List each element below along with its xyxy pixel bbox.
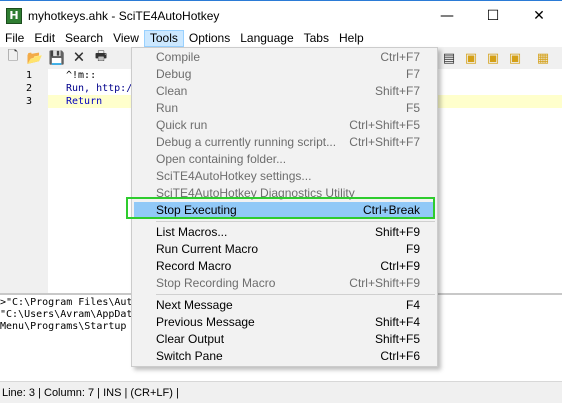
window-icon: ▤ <box>442 50 456 66</box>
menu-item-shortcut: Shift+F4 <box>374 315 420 329</box>
print-button[interactable]: 🖶 <box>92 49 110 67</box>
save-button[interactable]: 💾 <box>48 49 66 67</box>
menu-item-label: Clean <box>156 84 188 98</box>
menu-separator <box>156 221 435 222</box>
menu-bar: File Edit Search View Tools Options Lang… <box>0 30 562 47</box>
menu-item-label: Record Macro <box>156 259 232 273</box>
save-icon: 💾 <box>48 50 66 66</box>
line-number: 3 <box>25 96 32 107</box>
menu-language[interactable]: Language <box>235 30 298 47</box>
menu-item-shortcut: Ctrl+F7 <box>380 50 420 64</box>
menu-item-quick-run[interactable]: Quick run Ctrl+Shift+F5 <box>132 117 437 134</box>
tools-menu-dropdown: Compile Ctrl+F7 Debug F7 Clean Shift+F7 Run… <box>131 47 438 367</box>
menu-item-label: Previous Message <box>156 315 255 329</box>
menu-item-label: Quick run <box>156 118 208 132</box>
close-button[interactable]: ✕ <box>516 1 562 30</box>
status-bar: Line: 3 | Column: 7 | INS | (CR+LF) | <box>0 381 562 403</box>
menu-item-diagnostics-utility[interactable]: SciTE4AutoHotkey Diagnostics Utility <box>132 185 437 202</box>
menu-item-list-macros[interactable]: List Macros... Shift+F9 <box>132 224 437 241</box>
menu-item-label: SciTE4AutoHotkey settings... <box>156 169 312 183</box>
document-icon: ▣ <box>486 50 500 66</box>
menu-item-label: Switch Pane <box>156 349 223 363</box>
menu-view[interactable]: View <box>108 30 144 47</box>
menu-item-label: Clear Output <box>156 332 225 346</box>
menu-item-debug[interactable]: Debug F7 <box>132 66 437 83</box>
menu-item-label: Run <box>156 101 179 115</box>
menu-item-label: Stop Executing <box>156 203 237 217</box>
window-title: myhotkeys.ahk - SciTE4AutoHotkey <box>28 8 220 23</box>
menu-item-shortcut: Shift+F5 <box>374 332 420 346</box>
close-file-icon: 🗙 <box>74 49 84 64</box>
settings-toolbar-button[interactable]: ▦ <box>534 49 552 67</box>
close-file-button[interactable]: 🗙 <box>70 49 88 67</box>
menu-item-record-macro[interactable]: Record Macro Ctrl+F9 <box>132 258 437 275</box>
new-file-icon: 🗋 <box>7 49 19 64</box>
open-file-button[interactable]: 📂 <box>26 49 44 67</box>
menu-item-label: Debug <box>156 67 192 81</box>
yellow-doc-button-1[interactable]: ▣ <box>462 49 480 67</box>
menu-item-shortcut: F7 <box>405 67 420 81</box>
menu-item-shortcut: Shift+F9 <box>374 225 420 239</box>
line-number: 2 <box>25 83 32 94</box>
menu-options[interactable]: Options <box>184 30 235 47</box>
menu-item-shortcut: Ctrl+F9 <box>380 259 420 273</box>
menu-item-shortcut: Ctrl+Break <box>362 203 420 217</box>
menu-item-label: Next Message <box>156 298 233 312</box>
menu-item-label: Run Current Macro <box>156 242 259 256</box>
menu-edit[interactable]: Edit <box>29 30 60 47</box>
menu-item-label: Debug a currently running script... <box>156 135 337 149</box>
menu-item-shortcut: F4 <box>405 298 420 312</box>
menu-item-shortcut: Ctrl+F6 <box>380 349 420 363</box>
menu-item-debug-running-script[interactable]: Debug a currently running script... Ctrl+… <box>132 134 437 151</box>
menu-item-label: SciTE4AutoHotkey Diagnostics Utility <box>156 186 355 200</box>
menu-item-stop-recording-macro[interactable]: Stop Recording Macro Ctrl+Shift+F9 <box>132 275 437 292</box>
menu-item-previous-message[interactable]: Previous Message Shift+F4 <box>132 314 437 331</box>
new-file-button[interactable]: 🗋 <box>4 49 22 67</box>
menu-item-shortcut: Shift+F7 <box>374 84 420 98</box>
title-bar[interactable]: H myhotkeys.ahk - SciTE4AutoHotkey — ☐ ✕ <box>0 0 562 30</box>
maximize-icon: ☐ <box>486 7 500 24</box>
minimize-icon: — <box>440 7 454 24</box>
menu-file[interactable]: File <box>0 30 29 47</box>
print-icon: 🖶 <box>94 49 108 64</box>
menu-item-stop-executing[interactable]: Stop Executing Ctrl+Break <box>134 202 435 219</box>
autohotkey-h-icon: H <box>6 7 22 24</box>
menu-separator <box>156 294 435 295</box>
menu-item-shortcut: Ctrl+Shift+F7 <box>349 135 420 149</box>
document-icon: ▣ <box>508 50 522 66</box>
yellow-doc-button-2[interactable]: ▣ <box>484 49 502 67</box>
menu-item-compile[interactable]: Compile Ctrl+F7 <box>132 49 437 66</box>
settings-icon: ▦ <box>536 50 550 66</box>
menu-tabs[interactable]: Tabs <box>299 30 334 47</box>
menu-item-shortcut: Ctrl+Shift+F5 <box>349 118 420 132</box>
menu-search[interactable]: Search <box>60 30 108 47</box>
menu-item-open-containing-folder[interactable]: Open containing folder... <box>132 151 437 168</box>
menu-item-next-message[interactable]: Next Message F4 <box>132 297 437 314</box>
document-icon: ▣ <box>464 50 478 66</box>
menu-item-shortcut: F9 <box>405 242 420 256</box>
menu-item-shortcut: Ctrl+Shift+F9 <box>349 276 420 290</box>
menu-item-settings[interactable]: SciTE4AutoHotkey settings... <box>132 168 437 185</box>
open-folder-icon: 📂 <box>26 50 44 66</box>
menu-item-run[interactable]: Run F5 <box>132 100 437 117</box>
menu-help[interactable]: Help <box>334 30 369 47</box>
menu-item-label: List Macros... <box>156 225 228 239</box>
line-number: 1 <box>25 70 32 81</box>
minimize-button[interactable]: — <box>424 1 470 30</box>
line-number-gutter: 1 2 3 <box>0 69 48 293</box>
maximize-button[interactable]: ☐ <box>470 1 516 30</box>
close-icon: ✕ <box>533 7 545 24</box>
menu-item-label: Stop Recording Macro <box>156 276 276 290</box>
menu-item-label: Open containing folder... <box>156 152 287 166</box>
menu-item-switch-pane[interactable]: Switch Pane Ctrl+F6 <box>132 348 437 365</box>
menu-item-clear-output[interactable]: Clear Output Shift+F5 <box>132 331 437 348</box>
window-toolbar-button[interactable]: ▤ <box>440 49 458 67</box>
menu-item-clean[interactable]: Clean Shift+F7 <box>132 83 437 100</box>
menu-tools[interactable]: Tools <box>143 30 184 47</box>
menu-item-run-current-macro[interactable]: Run Current Macro F9 <box>132 241 437 258</box>
menu-item-shortcut: F5 <box>405 101 420 115</box>
menu-item-label: Compile <box>156 50 201 64</box>
yellow-doc-button-3[interactable]: ▣ <box>506 49 524 67</box>
